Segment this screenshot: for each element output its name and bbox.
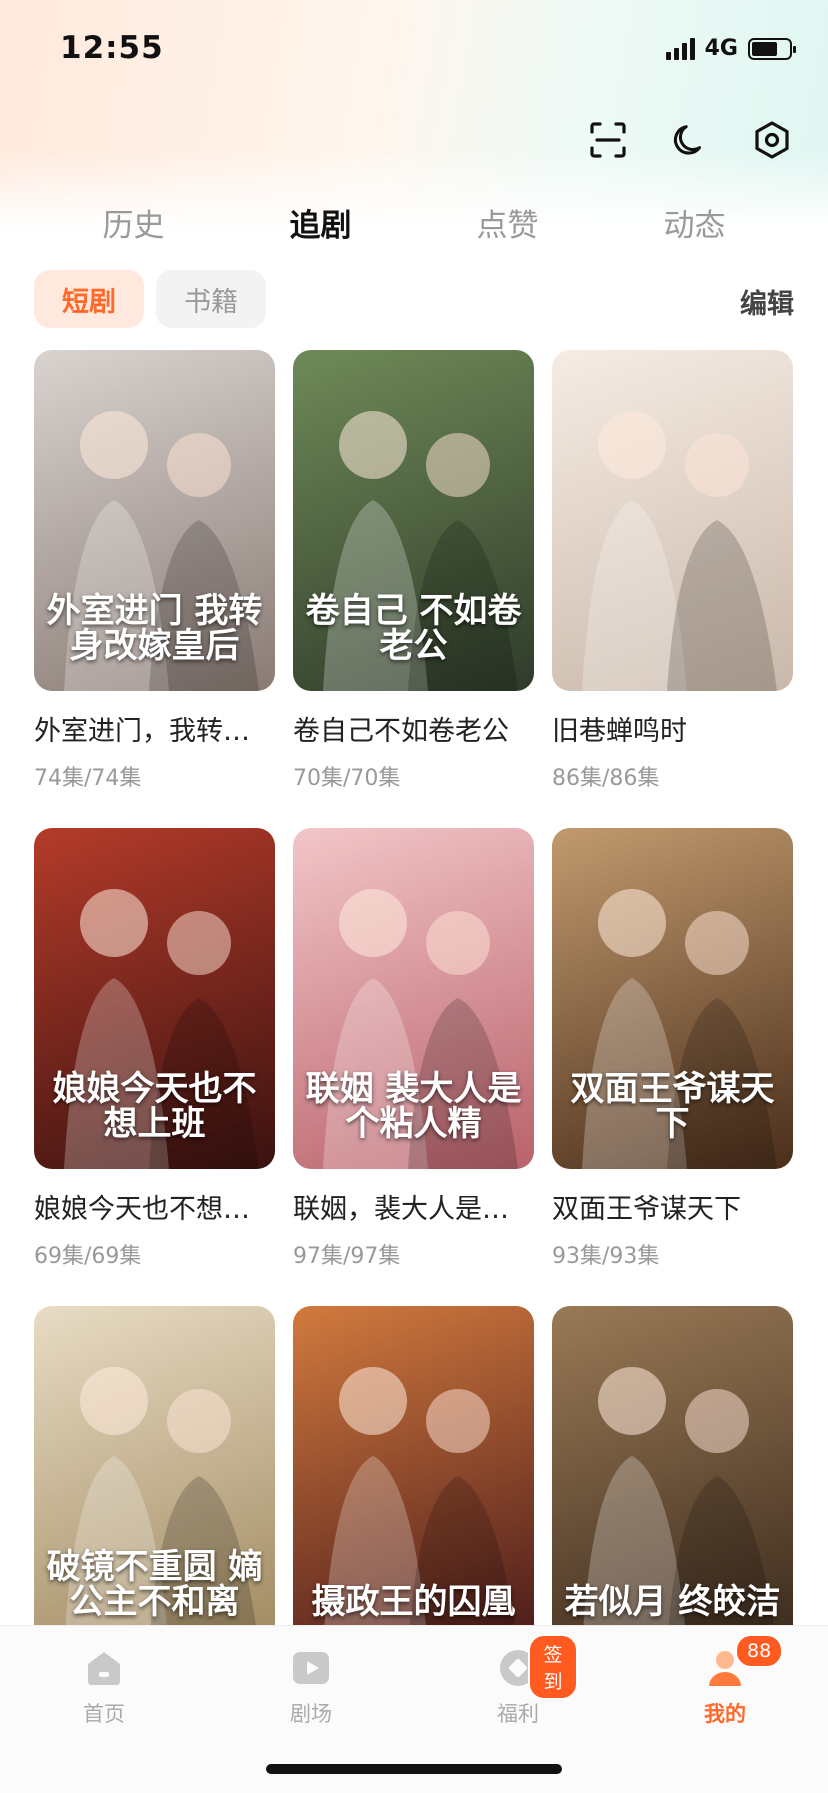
drama-card[interactable]: 联姻 裴大人是个粘人精联姻，裴大人是… 97集/97集: [293, 828, 534, 1270]
moon-icon[interactable]: [668, 118, 712, 162]
episode-count: 97集/97集: [293, 1244, 401, 1269]
status-indicators: 4G: [665, 36, 796, 61]
header-actions: [586, 118, 794, 162]
edit-button[interactable]: 编辑: [740, 282, 794, 321]
drama-cover[interactable]: 双面王爷谋天下: [552, 828, 793, 1169]
drama-cover[interactable]: 摄政王的囚凰: [293, 1306, 534, 1640]
episode-count: 69集/69集: [34, 1244, 142, 1269]
drama-title: 联姻，裴大人是…: [293, 1194, 509, 1225]
nav-theater[interactable]: 剧场: [251, 1638, 371, 1728]
home-icon: [82, 1646, 126, 1690]
nav-home[interactable]: 首页: [44, 1638, 164, 1728]
drama-cover[interactable]: 破镜不重圆 嫡公主不和离: [34, 1306, 275, 1640]
status-time: 12:55: [60, 30, 164, 66]
drama-cover[interactable]: 卷自己 不如卷老公: [293, 350, 534, 691]
drama-cover[interactable]: 外室进门 我转身改嫁皇后: [34, 350, 275, 691]
drama-card[interactable]: 外室进门 我转身改嫁皇后外室进门，我转… 74集/74集: [34, 350, 275, 792]
drama-title: 娘娘今天也不想…: [34, 1194, 250, 1225]
filter-books[interactable]: 书籍: [156, 270, 266, 328]
nav-theater-label: 剧场: [290, 1702, 332, 1726]
network-label: 4G: [704, 36, 738, 61]
drama-title: 外室进门，我转…: [34, 716, 250, 747]
main-tabs: 历史 追剧 点赞 动态: [0, 200, 828, 245]
nav-profile-label: 我的: [704, 1702, 746, 1726]
drama-card[interactable]: 双面王爷谋天下 双面王爷谋天下 93集/93集: [552, 828, 793, 1270]
play-icon: [289, 1646, 333, 1690]
nav-profile[interactable]: 我的 88: [665, 1634, 785, 1728]
nav-welfare-label: 福利: [497, 1702, 539, 1726]
cover-title-art: 卷自己 不如卷老公: [305, 590, 522, 667]
scan-icon[interactable]: [586, 118, 630, 162]
drama-card[interactable]: 摄政王的囚凰摄政王的囚凰: [293, 1306, 534, 1640]
battery-icon: [748, 37, 796, 60]
cover-title-art: 娘娘今天也不想上班: [52, 1068, 257, 1145]
drama-card[interactable]: 旧巷蝉鸣时 86集/86集: [552, 350, 793, 792]
settings-icon[interactable]: [750, 118, 794, 162]
filter-short-drama[interactable]: 短剧: [34, 270, 144, 328]
cover-title-art: 外室进门 我转身改嫁皇后: [46, 590, 263, 667]
drama-cover[interactable]: 联姻 裴大人是个粘人精: [293, 828, 534, 1169]
profile-badge: 88: [735, 1634, 784, 1668]
cover-title-art: 破镜不重圆 嫡公主不和离: [46, 1546, 263, 1623]
drama-title: 旧巷蝉鸣时: [552, 716, 687, 747]
nav-welfare[interactable]: 福利 签到: [458, 1634, 578, 1728]
tab-likes[interactable]: 点赞: [477, 200, 539, 245]
checkin-badge: 签到: [528, 1634, 578, 1700]
tab-activity[interactable]: 动态: [664, 200, 726, 245]
episode-count: 86集/86集: [552, 766, 660, 791]
cover-title-art: 双面王爷谋天下: [570, 1068, 775, 1145]
drama-title: 卷自己不如卷老公: [293, 716, 509, 747]
filter-chips: 短剧 书籍: [34, 270, 266, 328]
drama-grid: 外室进门 我转身改嫁皇后外室进门，我转… 74集/74集 卷自己 不如卷老公卷自己不…: [34, 350, 794, 1640]
drama-title: 双面王爷谋天下: [552, 1194, 741, 1225]
drama-card[interactable]: 破镜不重圆 嫡公主不和离破镜不重圆，嫡…: [34, 1306, 275, 1640]
drama-cover[interactable]: [552, 350, 793, 691]
cover-title-art: 若似月 终皎洁: [564, 1582, 781, 1623]
nav-home-label: 首页: [83, 1702, 125, 1726]
episode-count: 74集/74集: [34, 766, 142, 791]
drama-card[interactable]: 卷自己 不如卷老公卷自己不如卷老公 70集/70集: [293, 350, 534, 792]
tab-history[interactable]: 历史: [103, 200, 165, 245]
drama-cover[interactable]: 若似月 终皎洁: [552, 1306, 793, 1640]
episode-count: 70集/70集: [293, 766, 401, 791]
episode-count: 93集/93集: [552, 1244, 660, 1269]
home-indicator: [266, 1764, 562, 1774]
drama-card[interactable]: 娘娘今天也不想上班娘娘今天也不想… 69集/69集: [34, 828, 275, 1270]
cover-art: [582, 411, 777, 691]
cover-title-art: 联姻 裴大人是个粘人精: [305, 1068, 522, 1145]
signal-icon: [665, 37, 695, 60]
drama-card[interactable]: 若似月 终皎洁若似月，终皎洁: [552, 1306, 793, 1640]
tab-following[interactable]: 追剧: [290, 200, 352, 245]
drama-cover[interactable]: 娘娘今天也不想上班: [34, 828, 275, 1169]
cover-title-art: 摄政王的囚凰: [311, 1582, 516, 1623]
